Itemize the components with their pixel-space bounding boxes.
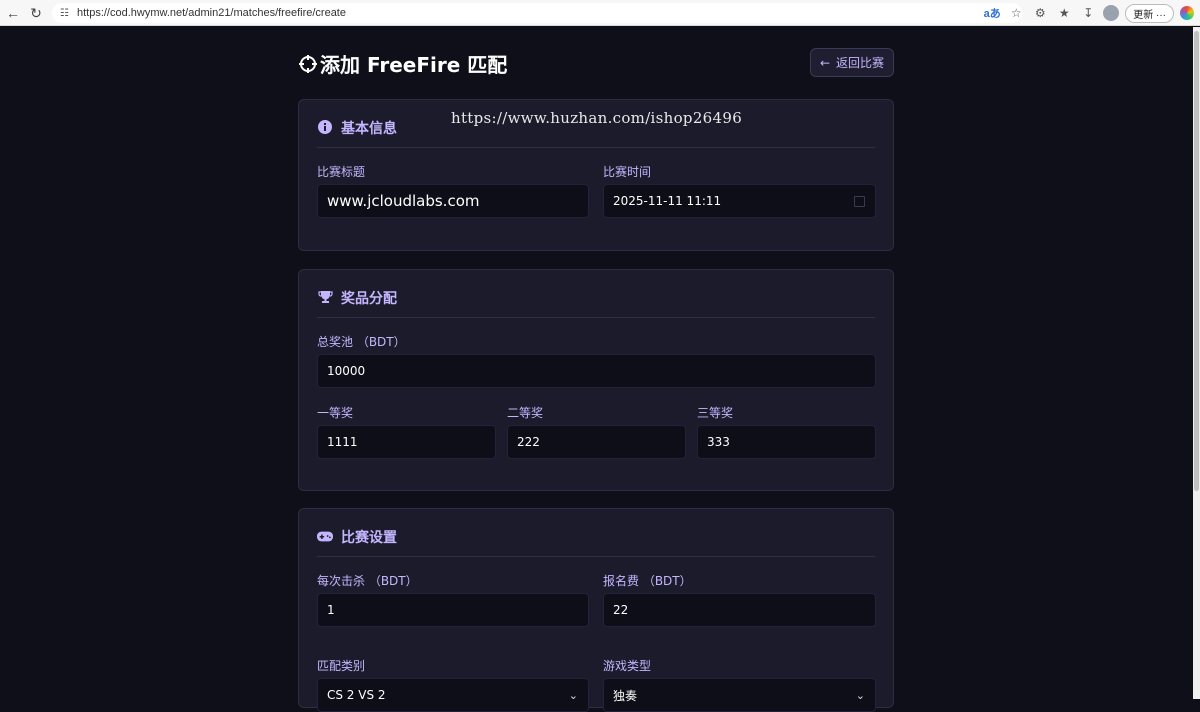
- chevron-down-icon: ⌄: [855, 689, 865, 702]
- calendar-icon[interactable]: [854, 196, 865, 207]
- prize-pool-value: 10000: [327, 364, 366, 378]
- back-button-label: 返回比赛: [836, 56, 885, 70]
- reload-icon[interactable]: ↻: [25, 2, 47, 24]
- third-prize-label: 三等奖: [697, 406, 734, 420]
- first-prize-value: 1111: [327, 435, 358, 449]
- game-type-value: 独奏: [613, 688, 638, 703]
- favorites-icon[interactable]: ★: [1055, 4, 1073, 22]
- browser-actions: aあ ☆ ⚙ ★ ↧ 更新 ···: [983, 0, 1200, 26]
- entry-fee-input[interactable]: 22: [603, 593, 876, 627]
- game-type-select[interactable]: 独奏 ⌄: [603, 678, 876, 712]
- chevron-down-icon: ⌄: [568, 689, 578, 702]
- update-label: 更新: [1133, 9, 1154, 21]
- match-type-select[interactable]: CS 2 VS 2 ⌄: [317, 678, 589, 712]
- match-title-label: 比赛标题: [317, 165, 366, 179]
- prize-pool-input[interactable]: 10000: [317, 354, 876, 388]
- third-prize-input[interactable]: 333: [697, 425, 876, 459]
- more-menu-icon[interactable]: ···: [1156, 10, 1166, 21]
- downloads-icon[interactable]: ↧: [1079, 4, 1097, 22]
- entry-fee-value: 22: [613, 603, 629, 617]
- second-prize-input[interactable]: 222: [507, 425, 686, 459]
- match-type-label: 匹配类别: [317, 659, 366, 673]
- trophy-icon: [317, 289, 333, 305]
- page-scrollbar[interactable]: [1193, 27, 1200, 699]
- prize-heading: 奖品分配: [317, 288, 875, 318]
- gamepad-icon: [317, 528, 333, 544]
- page-viewport: 添加 FreeFire 匹配 ← 返回比赛 基本信息 比赛标题 www.jclo…: [0, 27, 1193, 712]
- arrow-left-icon: ←: [819, 55, 831, 70]
- page-title-text: 添加 FreeFire 匹配: [320, 53, 508, 77]
- match-type-value: CS 2 VS 2: [327, 688, 386, 702]
- prize-card: 奖品分配 总奖池 （BDT） 10000 一等奖 1111 二等奖 222 三等…: [298, 269, 894, 491]
- kill-reward-value: 1: [327, 603, 335, 617]
- watermark-text: https://www.huzhan.com/ishop26496: [451, 109, 743, 127]
- favorite-star-icon[interactable]: ☆: [1007, 4, 1025, 22]
- settings-title: 比赛设置: [341, 530, 397, 546]
- translate-icon[interactable]: aあ: [983, 4, 1001, 22]
- first-prize-input[interactable]: 1111: [317, 425, 496, 459]
- prize-pool-label: 总奖池 （BDT）: [317, 335, 406, 349]
- kill-reward-input[interactable]: 1: [317, 593, 589, 627]
- entry-fee-label: 报名费 （BDT）: [603, 574, 692, 588]
- match-time-label: 比赛时间: [603, 165, 652, 179]
- settings-heading: 比赛设置: [317, 527, 875, 557]
- extensions-icon[interactable]: ⚙: [1031, 4, 1049, 22]
- first-prize-label: 一等奖: [317, 406, 354, 420]
- crosshair-icon: [299, 54, 317, 73]
- browser-toolbar: ← ↻ ☷ https://cod.hwymw.net/admin21/matc…: [0, 0, 1200, 26]
- kill-reward-label: 每次击杀 （BDT）: [317, 574, 418, 588]
- back-arrow-icon[interactable]: ←: [2, 2, 24, 24]
- url-text: https://cod.hwymw.net/admin21/matches/fr…: [76, 7, 346, 19]
- basic-info-title: 基本信息: [341, 121, 397, 137]
- game-type-label: 游戏类型: [603, 659, 652, 673]
- second-prize-value: 222: [517, 435, 540, 449]
- back-to-matches-button[interactable]: ← 返回比赛: [810, 48, 894, 77]
- scrollbar-thumb[interactable]: [1194, 31, 1199, 491]
- second-prize-label: 二等奖: [507, 406, 544, 420]
- third-prize-value: 333: [707, 435, 730, 449]
- match-time-value: 2025-11-11 11:11: [613, 194, 722, 208]
- match-time-input[interactable]: 2025-11-11 11:11: [603, 184, 876, 218]
- page-title: 添加 FreeFire 匹配: [298, 49, 507, 78]
- copilot-icon[interactable]: [1180, 6, 1194, 20]
- address-bar[interactable]: ☷ https://cod.hwymw.net/admin21/matches/…: [52, 3, 1022, 23]
- info-icon: [317, 119, 333, 135]
- prize-title: 奖品分配: [341, 291, 397, 307]
- match-title-input[interactable]: www.jcloudlabs.com: [317, 184, 589, 218]
- profile-avatar[interactable]: [1103, 5, 1120, 21]
- match-title-value: www.jcloudlabs.com: [327, 192, 480, 210]
- site-info-icon[interactable]: ☷: [60, 8, 69, 19]
- settings-card: 比赛设置 每次击杀 （BDT） 1 报名费 （BDT） 22 匹配类别 CS 2…: [298, 508, 894, 712]
- update-button[interactable]: 更新 ···: [1125, 3, 1174, 23]
